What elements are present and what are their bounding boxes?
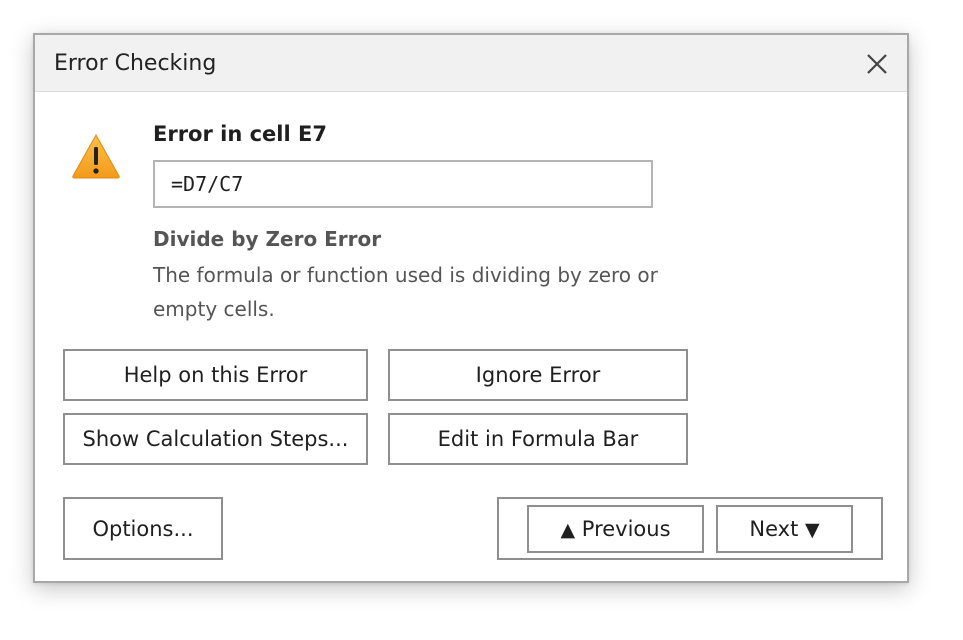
close-icon xyxy=(867,54,887,74)
dialog-titlebar: Error Checking xyxy=(35,35,907,92)
triangle-up-icon: ▲ xyxy=(560,519,576,541)
navigation-group: ▲ Previous Next ▼ xyxy=(497,497,883,560)
previous-label: Previous xyxy=(581,517,671,541)
help-on-error-button[interactable]: Help on this Error xyxy=(63,349,368,401)
next-button[interactable]: Next ▼ xyxy=(716,505,853,553)
error-description: The formula or function used is dividing… xyxy=(153,263,658,321)
next-label: Next xyxy=(749,517,799,541)
show-calculation-steps-button[interactable]: Show Calculation Steps... xyxy=(63,413,368,465)
options-button[interactable]: Options... xyxy=(63,497,223,560)
warning-icon xyxy=(72,133,120,179)
close-button[interactable] xyxy=(863,50,891,78)
error-cell-heading: Error in cell E7 xyxy=(153,122,327,146)
ignore-error-button[interactable]: Ignore Error xyxy=(388,349,688,401)
previous-button[interactable]: ▲ Previous xyxy=(527,505,704,553)
error-type-label: Divide by Zero Error xyxy=(153,227,382,251)
edit-in-formula-bar-button[interactable]: Edit in Formula Bar xyxy=(388,413,688,465)
formula-field[interactable] xyxy=(153,160,653,208)
error-checking-dialog: Error Checking Error in cell E7 Divide b… xyxy=(33,33,909,583)
dialog-title: Error Checking xyxy=(54,51,217,76)
triangle-down-icon: ▼ xyxy=(804,519,820,541)
